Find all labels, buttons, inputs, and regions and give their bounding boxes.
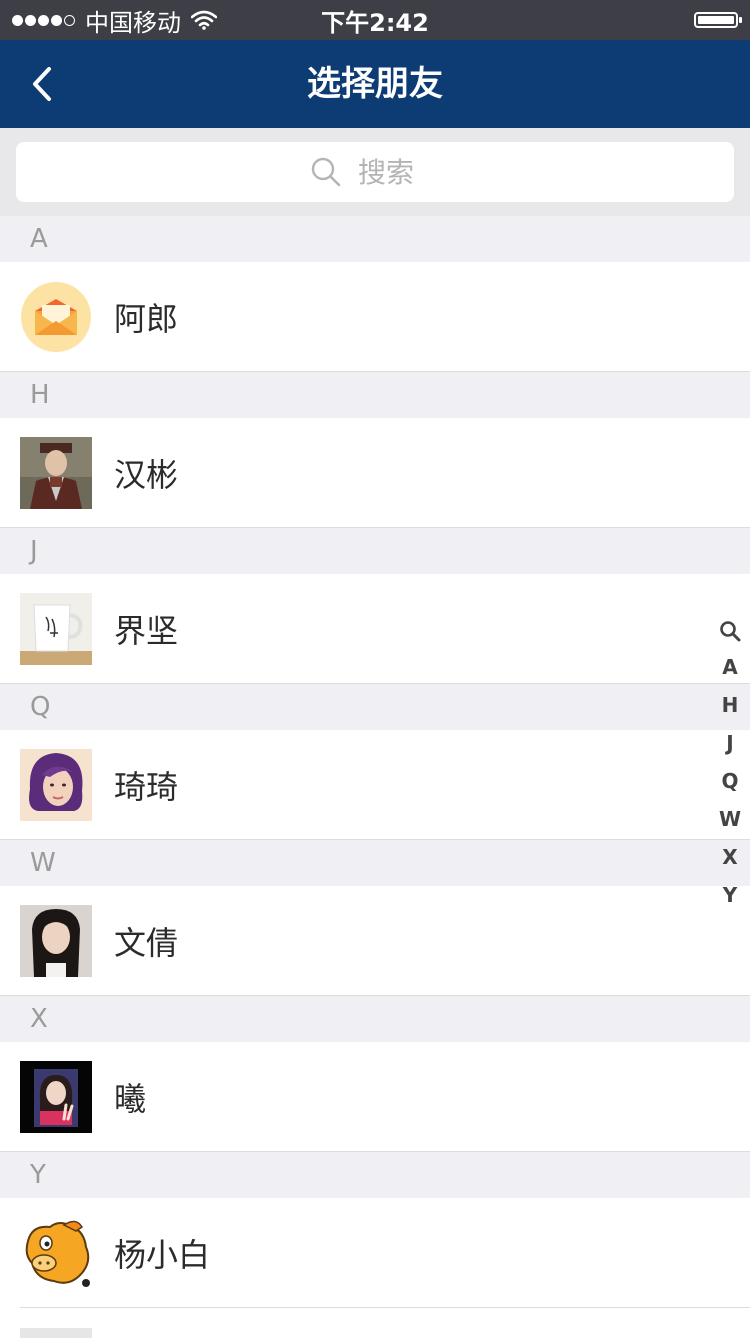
contact-row[interactable]: 琦琦 <box>0 730 750 840</box>
section-header-h: H <box>0 372 750 418</box>
contact-name: 杨小白 <box>114 1236 211 1274</box>
contact-list: A 阿郎 H 汉彬 J 界坚 Q 琦琦 W 文倩 X 曦 Y 杨小白 <box>0 216 750 1338</box>
search-index-icon <box>720 620 741 641</box>
section-header-j: J <box>0 528 750 574</box>
contact-row[interactable]: 曦 <box>0 1042 750 1152</box>
contact-row[interactable]: 汉彬 <box>0 418 750 528</box>
index-item-q[interactable]: Q <box>721 762 738 800</box>
status-bar: 中国移动 下午2:42 <box>0 0 750 40</box>
avatar-partial <box>20 1328 92 1338</box>
search-box[interactable] <box>16 142 734 202</box>
contact-name: 曦 <box>114 1080 147 1118</box>
battery-level <box>698 16 734 24</box>
alphabet-index: A H J Q W X Y <box>714 610 746 914</box>
index-item-y[interactable]: Y <box>723 876 737 914</box>
contact-name: 界坚 <box>114 612 179 650</box>
index-item-x[interactable]: X <box>722 838 737 876</box>
section-header-y: Y <box>0 1152 750 1198</box>
contact-name: 阿郎 <box>114 300 179 338</box>
contact-name: 文倩 <box>114 924 179 962</box>
envelope-avatar <box>21 282 91 352</box>
section-header-q: Q <box>0 684 750 730</box>
index-item-j[interactable]: J <box>726 724 733 762</box>
search-icon <box>311 157 341 187</box>
contact-name: 汉彬 <box>114 456 179 494</box>
contact-row[interactable]: 文倩 <box>0 886 750 996</box>
section-header-a: A <box>0 216 750 262</box>
nav-bar: 选择朋友 <box>0 40 750 128</box>
wifi-icon <box>191 10 217 30</box>
battery-icon <box>694 12 742 28</box>
carrier-name: 中国移动 <box>85 8 181 37</box>
contact-row[interactable]: 杨小白 <box>0 1198 750 1308</box>
index-item-a[interactable]: A <box>722 648 737 686</box>
signal-strength-icon <box>12 14 77 26</box>
cartoon-horse-avatar <box>20 1217 92 1289</box>
page-title: 选择朋友 <box>307 64 443 104</box>
woman-purple-hair-avatar <box>20 749 92 821</box>
index-item-w[interactable]: W <box>719 800 741 838</box>
contact-row[interactable]: 界坚 <box>0 574 750 684</box>
painting-portrait-avatar <box>20 437 92 509</box>
girl-peace-sign-avatar <box>20 1061 92 1133</box>
mug-avatar <box>20 593 92 665</box>
section-header-x: X <box>0 996 750 1042</box>
search-input[interactable] <box>356 154 440 190</box>
contact-row[interactable]: 阿郎 <box>0 262 750 372</box>
contact-name: 琦琦 <box>114 768 179 806</box>
section-header-w: W <box>0 840 750 886</box>
index-item-h[interactable]: H <box>722 686 739 724</box>
index-search-item[interactable] <box>719 610 741 648</box>
search-bar <box>0 128 750 216</box>
girl-long-hair-avatar <box>20 905 92 977</box>
